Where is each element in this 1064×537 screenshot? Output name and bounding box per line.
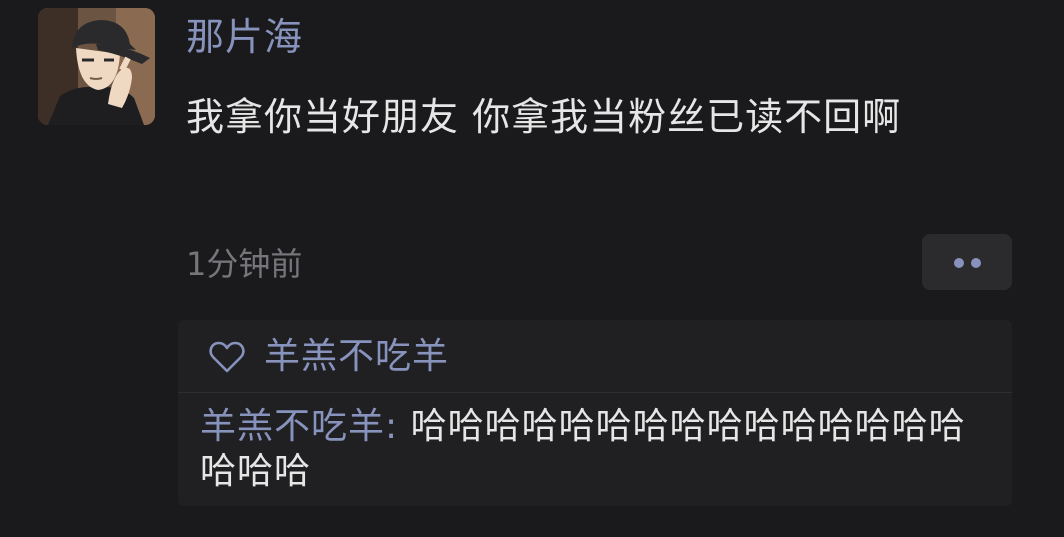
likes-row: 羊羔不吃羊	[208, 334, 449, 380]
more-dots-icon	[971, 258, 981, 268]
avatar[interactable]	[38, 8, 155, 125]
heart-outline-icon	[209, 341, 245, 373]
more-options-button[interactable]	[922, 234, 1012, 290]
avatar-illustration	[38, 8, 155, 125]
interaction-panel: 羊羔不吃羊 羊羔不吃羊: 哈哈哈哈哈哈哈哈哈哈哈哈哈哈哈哈哈哈	[178, 320, 1012, 506]
comment-separator: :	[385, 406, 411, 447]
more-dots-icon	[954, 258, 964, 268]
moment-post: 那片海 我拿你当好朋友 你拿我当粉丝已读不回啊 1分钟前 羊羔不吃羊 羊羔不吃羊…	[0, 0, 1064, 537]
author-name[interactable]: 那片海	[186, 14, 303, 60]
comment-item[interactable]: 羊羔不吃羊: 哈哈哈哈哈哈哈哈哈哈哈哈哈哈哈哈哈哈	[200, 404, 1000, 494]
post-timestamp: 1分钟前	[186, 245, 303, 283]
panel-divider	[178, 392, 1012, 393]
comment-author[interactable]: 羊羔不吃羊	[200, 406, 385, 447]
like-user-name[interactable]: 羊羔不吃羊	[264, 334, 449, 380]
post-text: 我拿你当好朋友 你拿我当粉丝已读不回啊	[186, 95, 902, 139]
